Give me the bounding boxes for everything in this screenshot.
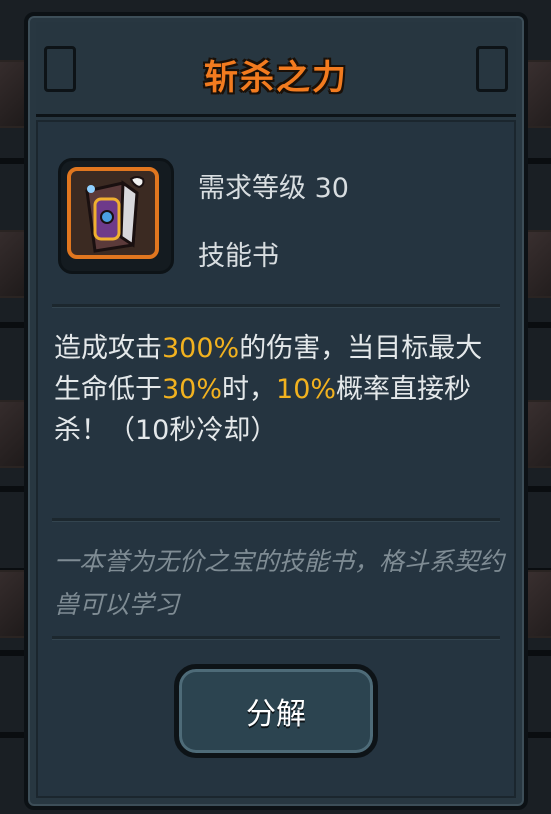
- item-type: 技能书: [198, 241, 279, 272]
- skill-book-icon: [67, 167, 159, 259]
- desc-text: 时，: [222, 374, 277, 405]
- item-detail-dialog: 斩杀之力 需求等级 30 技能书 造成攻击300%的伤害，当目标最大生命低于30…: [24, 12, 528, 810]
- flavor-text: 一本誉为无价之宝的技能书，格斗系契约兽可以学习: [54, 547, 505, 619]
- decompose-button[interactable]: 分解: [174, 664, 378, 758]
- divider: [52, 636, 500, 640]
- desc-highlight: 300%: [162, 333, 240, 364]
- divider: [52, 304, 500, 308]
- skill-description: 造成攻击300%的伤害，当目标最大生命低于30%时，10%概率直接秒杀！（10秒…: [54, 328, 504, 451]
- desc-text: 造成攻击: [54, 333, 162, 364]
- item-icon-frame: [58, 158, 174, 274]
- desc-highlight: 30%: [162, 374, 223, 405]
- level-requirement: 需求等级 30: [198, 173, 349, 204]
- desc-highlight: 10%: [276, 374, 337, 405]
- divider: [52, 518, 500, 522]
- dialog-title: 斩杀之力: [204, 58, 348, 98]
- dialog-header: 斩杀之力: [36, 22, 516, 117]
- dialog-content: 需求等级 30 技能书 造成攻击300%的伤害，当目标最大生命低于30%时，10…: [36, 120, 516, 798]
